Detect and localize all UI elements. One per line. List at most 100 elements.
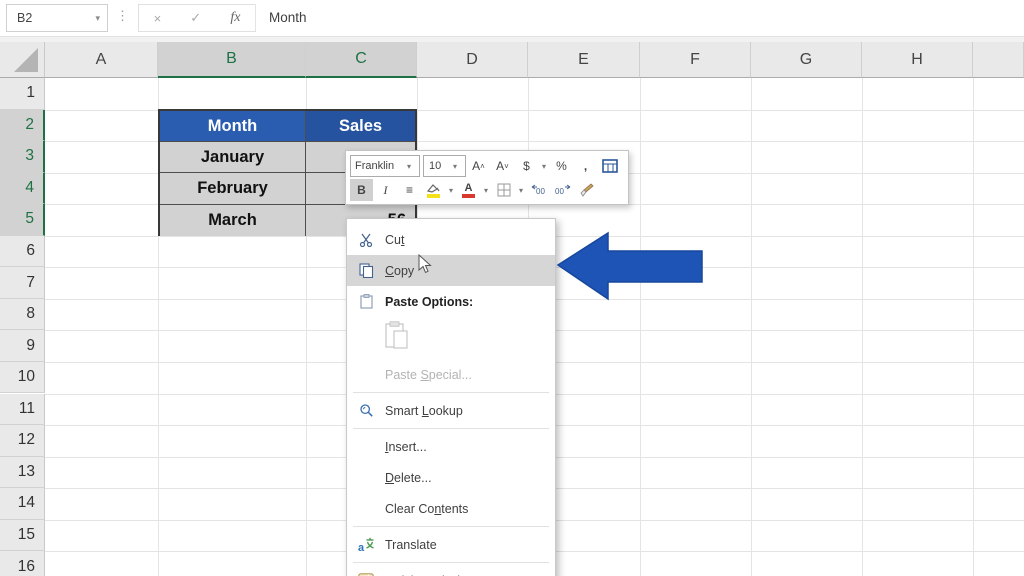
menu-item-label: Smart Lookup: [385, 403, 463, 418]
menu-item-quick-analysis[interactable]: Quick Analysis: [347, 565, 555, 576]
menu-item-label: Copy: [385, 263, 415, 278]
menu-separator: [353, 392, 549, 393]
menu-item-label: Delete...: [385, 470, 432, 485]
decrease-decimal-icon[interactable]: 00: [551, 179, 574, 201]
menu-item-label: Insert...: [385, 439, 427, 454]
menu-separator: [353, 526, 549, 527]
column-header-F[interactable]: F: [640, 42, 751, 78]
name-box-value: B2: [17, 11, 33, 25]
column-header-H[interactable]: H: [862, 42, 973, 78]
menu-item-paste-special: Paste Special...: [347, 359, 555, 390]
name-box[interactable]: B2 ▾: [6, 4, 108, 32]
copy-icon: [347, 263, 385, 278]
svg-text:00: 00: [536, 187, 545, 196]
row-header-3[interactable]: 3: [0, 141, 45, 173]
font-name-select[interactable]: Franklin ▾: [350, 155, 420, 177]
column-header-E[interactable]: E: [528, 42, 640, 78]
insert-function-icon[interactable]: fx: [230, 10, 240, 26]
chevron-down-icon[interactable]: ▾: [539, 155, 549, 177]
row-header-5[interactable]: 5: [0, 204, 45, 236]
row-header-1[interactable]: 1: [0, 78, 45, 110]
menu-separator: [353, 562, 549, 563]
enter-icon[interactable]: ✓: [190, 10, 201, 26]
gridline: [640, 78, 641, 576]
chevron-down-icon[interactable]: ▾: [95, 13, 107, 24]
chevron-down-icon: ▾: [453, 161, 458, 171]
font-size-select[interactable]: 10 ▾: [423, 155, 466, 177]
chevron-down-icon[interactable]: ▾: [481, 179, 491, 201]
bold-button[interactable]: B: [350, 179, 373, 201]
increase-decimal-icon[interactable]: 00: [527, 179, 550, 201]
column-header-C[interactable]: C: [306, 42, 417, 78]
column-header-G[interactable]: G: [751, 42, 862, 78]
cell-B4[interactable]: February: [160, 173, 306, 205]
menu-item-label: Paste Options:: [385, 294, 474, 309]
row-header-4[interactable]: 4: [0, 172, 45, 205]
gridline: [973, 78, 974, 576]
row-header-2[interactable]: 2: [0, 109, 45, 142]
row-header-13[interactable]: 13: [0, 456, 45, 489]
font-name-value: Franklin: [355, 160, 395, 172]
menu-item-cut[interactable]: Cut: [347, 224, 555, 255]
formula-buttons: × ✓ fx: [138, 4, 256, 32]
context-menu: Cut Copy Paste Options: Paste Special... Sma…: [346, 218, 556, 576]
column-header-A[interactable]: A: [45, 42, 158, 78]
menu-item-smart-lookup[interactable]: Smart Lookup: [347, 395, 555, 426]
gridline: [862, 78, 863, 576]
row-header-11[interactable]: 11: [0, 393, 45, 426]
row-header-8[interactable]: 8: [0, 298, 45, 331]
menu-item-insert[interactable]: Insert...: [347, 431, 555, 462]
menu-item-label: Translate: [385, 537, 437, 552]
menu-item-clear-contents[interactable]: Clear Contents: [347, 493, 555, 524]
row-header-7[interactable]: 7: [0, 267, 45, 299]
select-all-button[interactable]: [0, 42, 45, 78]
grow-font-button[interactable]: A ˄: [467, 155, 490, 177]
row-header-15[interactable]: 15: [0, 519, 45, 552]
row-header-12[interactable]: 12: [0, 425, 45, 457]
cell-B3[interactable]: January: [160, 142, 306, 174]
row-header-14[interactable]: 14: [0, 488, 45, 520]
row-header-10[interactable]: 10: [0, 361, 45, 394]
menu-item-translate[interactable]: a Translate: [347, 529, 555, 560]
percent-style-button[interactable]: %: [550, 155, 573, 177]
menu-item-label: Cut: [385, 232, 405, 247]
svg-text:00: 00: [555, 187, 564, 196]
annotation-arrow-left: [556, 231, 703, 301]
shrink-font-button[interactable]: A ˅: [491, 155, 514, 177]
menu-separator: [353, 428, 549, 429]
mouse-cursor-icon: [418, 254, 432, 274]
row-header-9[interactable]: 9: [0, 330, 45, 362]
accounting-format-button[interactable]: $: [515, 155, 538, 177]
mini-toolbar: Franklin ▾ 10 ▾ A˄ A˅ $ ▾ % , B I ≡ ▾: [345, 150, 629, 205]
formula-input[interactable]: Month: [255, 4, 1024, 30]
cell-B5[interactable]: March: [160, 204, 306, 236]
more-options-icon[interactable]: ⋮: [116, 8, 129, 24]
format-table-icon[interactable]: [598, 155, 621, 177]
align-center-icon[interactable]: ≡: [398, 179, 421, 201]
chevron-down-icon[interactable]: ▾: [446, 179, 456, 201]
translate-icon: a: [347, 537, 385, 553]
cell-B2[interactable]: Month: [160, 111, 306, 143]
chevron-down-icon[interactable]: ▾: [516, 179, 526, 201]
format-painter-icon[interactable]: [575, 179, 598, 201]
menu-item-label: Paste Special...: [385, 367, 472, 382]
excel-window: B2 ▾ ⋮ × ✓ fx Month A B C D E F G H 1 2 3 4 5 6 7 8 9 10 1…: [0, 0, 1024, 576]
row-header-6[interactable]: 6: [0, 235, 45, 268]
borders-icon[interactable]: [492, 179, 515, 201]
column-header-D[interactable]: D: [417, 42, 528, 78]
menu-item-delete[interactable]: Delete...: [347, 462, 555, 493]
menu-item-copy[interactable]: Copy: [347, 255, 555, 286]
comma-style-button[interactable]: ,: [574, 155, 597, 177]
cancel-icon[interactable]: ×: [154, 11, 162, 26]
row-header-16[interactable]: 16: [0, 551, 45, 576]
paste-preview-button[interactable]: [347, 317, 555, 359]
column-header-partial[interactable]: [973, 42, 1024, 78]
magnifier-icon: [347, 403, 385, 418]
column-header-B[interactable]: B: [158, 42, 306, 78]
italic-button[interactable]: I: [374, 179, 397, 201]
fill-color-icon[interactable]: [422, 179, 445, 201]
cell-C2[interactable]: Sales: [306, 111, 415, 143]
font-color-icon[interactable]: A: [457, 179, 480, 201]
table-row: Month Sales: [160, 111, 415, 143]
menu-item-paste-options[interactable]: Paste Options:: [347, 286, 555, 317]
